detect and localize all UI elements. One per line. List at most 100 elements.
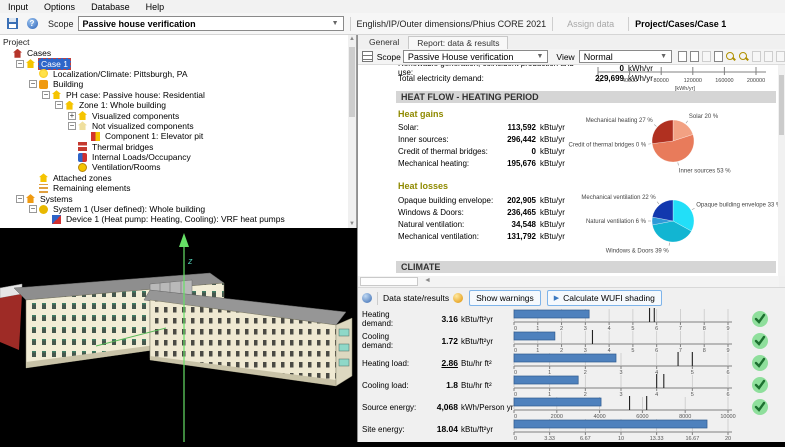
verification-unit: kWh/Person yr [461,403,506,412]
remaining-elements-icon [39,184,48,193]
report-grid-icon [362,51,373,62]
verification-unit: kBtu/ft²yr [461,425,506,434]
verification-value: 18.04 [420,424,458,434]
collapse-icon[interactable]: − [16,195,24,203]
pie-slice-label: Inner sources 53 % [679,168,731,173]
scroll-left-icon[interactable]: ◄ [424,277,431,284]
tree-scrollbar[interactable]: ▲ ▼ [348,35,356,228]
menu-options[interactable]: Options [36,2,83,12]
svg-text:160000: 160000 [715,78,733,84]
collapse-icon[interactable]: − [68,122,76,130]
zoom-out-icon[interactable] [739,52,749,62]
menu-help[interactable]: Help [138,2,173,12]
verification-value: 1.8 [420,380,458,390]
tree-item[interactable]: −System 1 (User defined): Whole building [0,204,356,214]
scope-dropdown[interactable]: Passive house verification ▼ [78,16,344,31]
export-report-icon[interactable] [678,51,687,62]
tree-item[interactable]: Localization/Climate: Pittsburgh, PA [0,69,356,79]
tree-item-label: Case 1 [38,58,71,70]
tree-item[interactable]: − Building [0,79,356,89]
save-button[interactable] [4,16,20,32]
svg-text:13.33: 13.33 [650,436,664,440]
tree-item[interactable]: − Case 1 [0,58,356,68]
system-icon [39,205,48,214]
tree-item[interactable]: −Not visualized components [0,121,356,131]
collapse-icon[interactable]: − [29,205,37,213]
menu-database[interactable]: Database [83,2,138,12]
show-warnings-button[interactable]: Show warnings [469,290,541,306]
view-label: View [556,52,574,62]
refresh-report-icon[interactable] [776,51,785,62]
play-icon: ▶ [554,294,559,302]
tree-item[interactable]: Device 1 (Heat pump: Heating, Cooling): … [0,214,356,224]
tree-item[interactable]: − Systems [0,193,356,203]
svg-text:120000: 120000 [684,78,702,84]
heat-gain-row-value: 0 [498,147,536,156]
tab-report-data-results[interactable]: Report: data & results [408,36,508,49]
svg-text:3.33: 3.33 [544,436,555,440]
print-icon[interactable] [752,51,761,62]
heat-gains-pie-chart: Solar 20 %Inner sources 53 %Credit of th… [543,109,779,173]
tab-general[interactable]: General [360,35,408,49]
tree-item[interactable]: −PH case: Passive house: Residential [0,90,356,100]
report-scope-dropdown[interactable]: Passive House verification ▼ [403,50,549,63]
verification-unit: Btu/hr ft² [461,381,506,390]
heat-gain-row-label: Solar: [398,123,498,132]
pie-slice-label: Mechanical heating 27 % [586,118,654,124]
breadcrumb: Project/Cases/Case 1 [635,19,726,29]
pie-slice-label: Mechanical ventilation 22 % [581,195,656,201]
page-setup-icon[interactable] [764,51,773,62]
verification-unit: Btu/hr ft² [461,359,506,368]
prev-page-icon[interactable] [702,51,711,62]
collapse-icon[interactable]: − [29,80,37,88]
tree-item-label: Systems [38,194,75,204]
report-hscrollbar[interactable]: ◄ [358,276,779,287]
verification-label: Site energy: [358,425,420,434]
scroll-down-icon[interactable]: ▼ [348,221,356,227]
zoom-in-icon[interactable] [726,52,736,62]
tree-item[interactable]: Remaining elements [0,183,356,193]
pie-slice-label: Credit of thermal bridges 0 % [569,142,647,148]
calculate-wufi-shading-button[interactable]: ▶ Calculate WUFI shading [547,290,662,306]
scroll-up-icon[interactable]: ▲ [348,36,356,42]
verification-unit: kBtu/ft²yr [461,337,506,346]
heat-gain-row-value: 113,592 [498,123,536,132]
tree-item-label: Attached zones [51,173,114,183]
show-warnings-label: Show warnings [476,293,534,303]
collapse-icon[interactable]: − [55,101,63,109]
tree-item[interactable]: Attached zones [0,173,356,183]
data-state-icon[interactable] [362,293,372,303]
view-dropdown[interactable]: Normal ▼ [579,50,672,63]
building-icon [39,80,48,89]
copy-report-icon[interactable] [690,51,699,62]
pass-check-icon [752,333,768,349]
collapse-icon[interactable]: − [16,60,24,68]
report-scope-value: Passive House verification [408,52,514,62]
report-panel: GeneralReport: data & results Scope Pass… [357,35,785,442]
verification-label: Heating demand: [358,310,420,328]
pass-check-icon [752,399,768,415]
help-button[interactable]: ? [24,16,40,32]
expand-icon[interactable]: + [68,112,76,120]
collapse-icon[interactable]: − [42,91,50,99]
tree-item[interactable]: Thermal bridges [0,142,356,152]
tree-item-label: Localization/Climate: Pittsburgh, PA [51,69,190,79]
tree-item[interactable]: Internal Loads/Occupancy [0,152,356,162]
assign-data-button[interactable]: Assign data [567,19,614,29]
tree-item[interactable]: Ventilation/Rooms [0,162,356,172]
verification-label: Cooling load: [358,381,420,390]
next-page-icon[interactable] [714,51,723,62]
verification-row: Cooling demand:1.72kBtu/ft²yr0123456789 [358,330,785,352]
tree-item[interactable]: Component 1: Elevator pit [0,131,356,141]
verification-label: Heating load: [358,359,420,368]
z-axis-label: z [187,256,193,266]
tree-item[interactable]: −Zone 1: Whole building [0,100,356,110]
heat-losses-heading: Heat losses [398,181,448,191]
report-scrollbar[interactable] [778,65,785,276]
menu-input[interactable]: Input [0,2,36,12]
3d-viewport[interactable]: z [0,228,357,442]
verification-bar-chart: 0123456 [506,352,750,374]
svg-text:20: 20 [725,436,731,440]
tree-item-label: Building [51,79,85,89]
tree-item[interactable]: +Visualized components [0,110,356,120]
